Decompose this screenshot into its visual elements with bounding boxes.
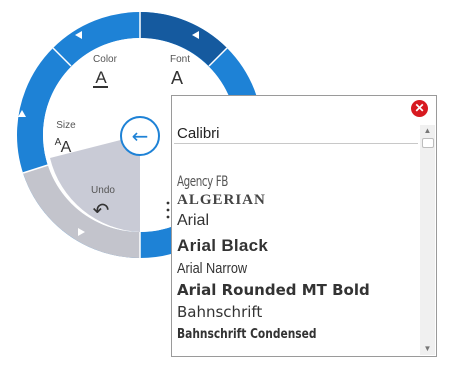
color-label: Color	[93, 54, 118, 65]
font-item-arial-narrow[interactable]: Arial Narrow	[177, 260, 381, 281]
scroll-thumb[interactable]	[422, 138, 434, 148]
close-icon[interactable]: ✕	[411, 100, 428, 117]
scroll-up-icon[interactable]: ▲	[420, 125, 435, 137]
font-item-algerian[interactable]: ALGERIAN	[177, 192, 417, 212]
font-list: Agency FB ALGERIAN Arial Arial Black Ari…	[177, 174, 417, 347]
font-item-arial[interactable]: Arial	[177, 212, 417, 236]
undo-icon: ↶	[93, 200, 110, 222]
back-button[interactable]: ←	[120, 116, 160, 156]
font-search-input[interactable]	[174, 123, 418, 144]
font-item-arial-black[interactable]: Arial Black	[177, 236, 417, 260]
font-label: Font	[170, 54, 190, 65]
color-underline-icon	[93, 86, 108, 88]
undo-label: Undo	[91, 185, 115, 196]
font-item-bahnschrift[interactable]: Bahnschrift	[177, 303, 417, 327]
size-label: Size	[56, 120, 76, 131]
font-color-icon: A	[95, 68, 107, 87]
font-item-agency-fb[interactable]: Agency FB	[177, 174, 374, 192]
scroll-down-icon[interactable]: ▼	[420, 343, 435, 355]
font-list-scrollbar[interactable]: ▲ ▼	[420, 125, 435, 355]
font-icon: A	[171, 68, 183, 88]
font-item-arial-rounded[interactable]: Arial Rounded MT Bold	[177, 281, 417, 303]
font-picker-panel: ✕ Agency FB ALGERIAN Arial Arial Black A…	[171, 95, 437, 357]
back-arrow-icon: ←	[132, 124, 149, 148]
font-size-large-icon: A	[61, 139, 72, 156]
font-item-bahnschrift-condensed[interactable]: Bahnschrift Condensed	[177, 327, 374, 347]
